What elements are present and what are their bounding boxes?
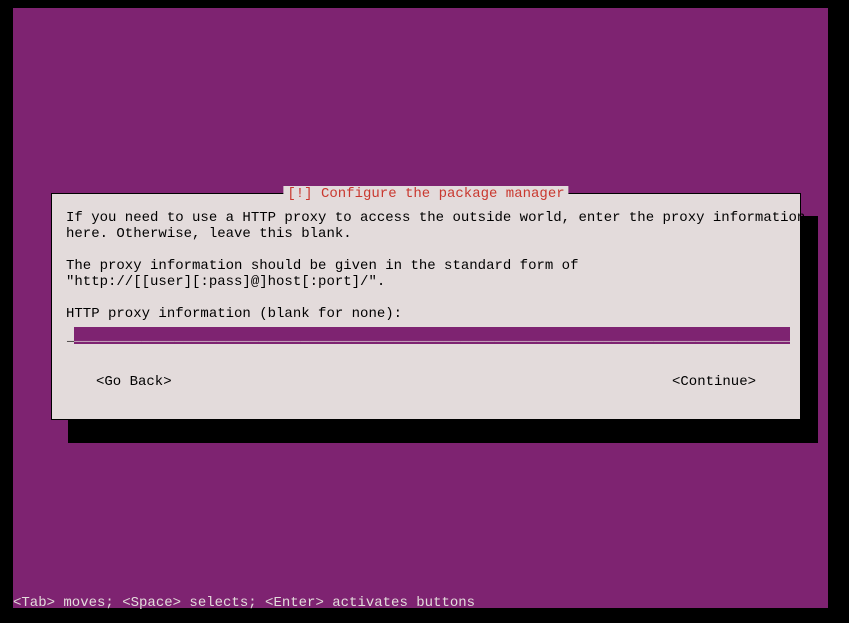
dialog-content: If you need to use a HTTP proxy to acces… bbox=[52, 194, 800, 391]
dialog-title: [!] Configure the package manager bbox=[283, 186, 568, 202]
http-proxy-input[interactable]: _ ______________________________________… bbox=[74, 327, 790, 344]
description-text: The proxy information should be given in… bbox=[66, 258, 786, 274]
field-label: HTTP proxy information (blank for none): bbox=[66, 306, 786, 322]
input-underline: ________________________________________… bbox=[74, 329, 790, 345]
configure-package-manager-dialog: [!] Configure the package manager If you… bbox=[51, 193, 801, 420]
description-text: "http://[[user][:pass]@]host[:port]/". bbox=[66, 274, 786, 290]
go-back-button[interactable]: <Go Back> bbox=[96, 374, 172, 390]
footer-help-text: <Tab> moves; <Space> selects; <Enter> ac… bbox=[13, 595, 475, 611]
description-text: here. Otherwise, leave this blank. bbox=[66, 226, 786, 242]
description-text: If you need to use a HTTP proxy to acces… bbox=[66, 210, 786, 226]
continue-button[interactable]: <Continue> bbox=[672, 374, 756, 390]
